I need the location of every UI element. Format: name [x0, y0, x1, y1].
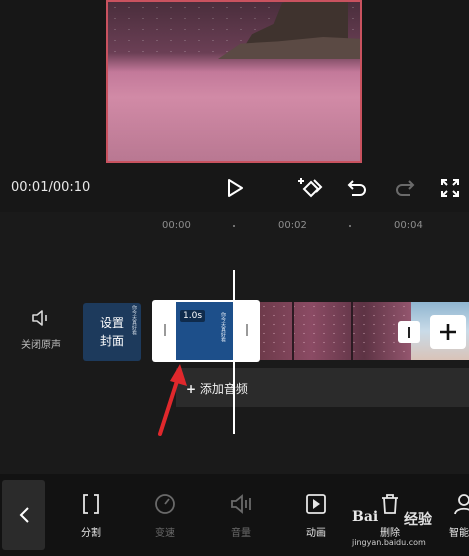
- left-trim-handle[interactable]: [164, 324, 166, 336]
- smart-cutout-icon: [454, 494, 469, 515]
- ruler-mark: 00:02: [278, 220, 307, 231]
- cover-label-line1: 设置: [99, 316, 124, 330]
- time-display: 00:01/00:10: [11, 180, 91, 195]
- smart-cutout-tool[interactable]: 智能抠: [436, 492, 469, 539]
- duration-badge: 1.0s: [180, 310, 206, 322]
- undo-icon: [347, 180, 366, 196]
- playhead[interactable]: [233, 270, 235, 434]
- cover-label-line2: 封面: [99, 334, 124, 348]
- split-label: 分割: [81, 528, 101, 539]
- volume-icon: [231, 494, 251, 514]
- keyframe-add-icon: [298, 178, 323, 198]
- speed-tool[interactable]: 变速: [137, 492, 193, 539]
- split-tool[interactable]: 分割: [63, 492, 119, 539]
- volume-tool[interactable]: 音量: [213, 492, 269, 539]
- redo-icon: [396, 180, 415, 196]
- selected-clip[interactable]: [152, 300, 260, 362]
- red-arrow-annotation: [158, 364, 187, 436]
- transition-bar-icon: [408, 326, 410, 338]
- selected-clip-caption: 你今天真好看: [220, 312, 226, 342]
- fullscreen-button[interactable]: [437, 175, 463, 201]
- watermark-url: jingyan.baidu.com: [352, 538, 426, 547]
- add-audio-label: 添加音频: [199, 382, 248, 396]
- smart-cutout-label: 智能抠: [449, 528, 469, 539]
- clip-divider: [292, 302, 294, 360]
- transition-marker[interactable]: [398, 321, 420, 343]
- video-preview[interactable]: [106, 0, 362, 163]
- animation-icon: [306, 494, 326, 514]
- watermark-brand: Bai: [352, 509, 379, 525]
- play-icon: [228, 179, 243, 197]
- delete-icon: [382, 494, 398, 514]
- ruler-mark: 00:04: [394, 220, 423, 231]
- play-button[interactable]: [222, 175, 248, 201]
- animation-label: 动画: [306, 528, 326, 539]
- keyframe-button[interactable]: [297, 175, 323, 201]
- add-clip-button[interactable]: [430, 315, 466, 349]
- speed-icon: [155, 494, 175, 514]
- redo-button[interactable]: [392, 175, 418, 201]
- plus-icon: [440, 324, 456, 340]
- cover-caption: 你今天真好看: [131, 305, 137, 335]
- speed-label: 变速: [155, 528, 175, 539]
- ruler-dot: [349, 225, 351, 227]
- volume-label: 音量: [231, 528, 251, 539]
- mute-original-label: 关闭原声: [21, 340, 61, 351]
- watermark-text: 经验: [404, 512, 432, 528]
- back-button[interactable]: [2, 480, 45, 550]
- ruler-dot: [233, 225, 235, 227]
- mute-original-button[interactable]: 关闭原声: [14, 308, 68, 351]
- chevron-left-icon: [19, 507, 29, 523]
- animation-tool[interactable]: 动画: [288, 492, 344, 539]
- ruler-mark: 00:00: [162, 220, 191, 231]
- speaker-mute-icon: [32, 310, 47, 326]
- clip-divider: [351, 302, 353, 360]
- add-audio-button[interactable]: + 添加音频: [186, 380, 248, 397]
- right-trim-handle[interactable]: [246, 324, 248, 336]
- undo-button[interactable]: [344, 175, 370, 201]
- split-icon: [83, 494, 99, 514]
- fullscreen-icon: [441, 179, 459, 197]
